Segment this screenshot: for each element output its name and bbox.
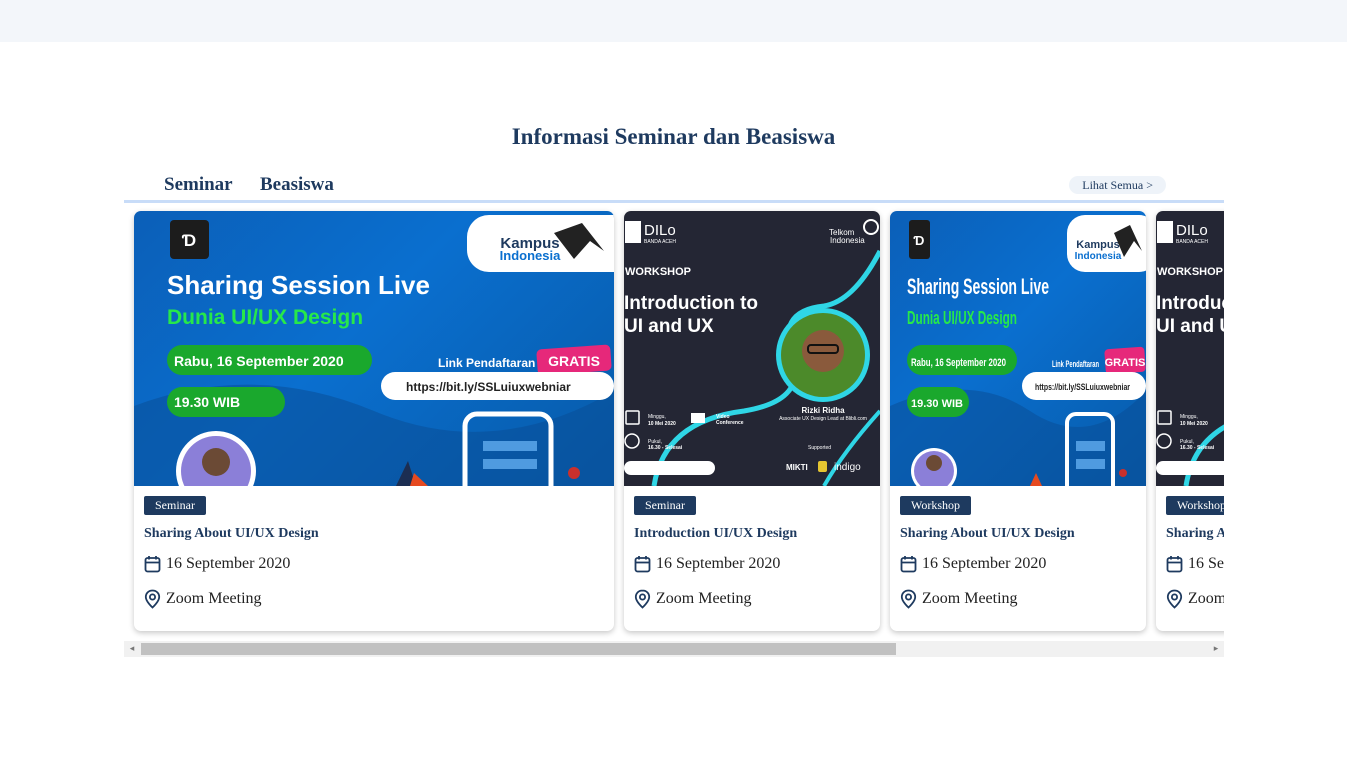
poster-date: 10 Mei 2020: [648, 421, 676, 427]
event-poster: DILo BANDA ACEH Telkom Indonesia WORKSHO…: [624, 211, 880, 486]
calendar-icon: [144, 556, 161, 573]
event-date: 16 September 2020: [1188, 555, 1224, 572]
poster-org: DILo: [1176, 222, 1208, 239]
poster-url: https://bit.ly/SSLuiuxwebniar: [1035, 382, 1130, 392]
event-card[interactable]: DILo BANDA ACEH WORKSHOP Introduction to…: [1156, 211, 1224, 631]
category-tabs: Seminar Beasiswa Lihat Semua >: [124, 174, 1224, 203]
category-badge: Seminar: [144, 496, 206, 515]
event-title[interactable]: Introduction UI/UX Design: [634, 526, 797, 542]
calendar-icon: [1166, 556, 1183, 573]
event-location: Zoom Meeting: [166, 590, 262, 607]
poster-gratis: GRATIS: [1105, 357, 1146, 369]
poster-supported: Supported: [808, 445, 831, 451]
event-card[interactable]: Ɗ Kampus Indonesia Sharing Session Live …: [890, 211, 1146, 631]
poster-brand-bottom: Indonesia: [1075, 251, 1122, 262]
tab-beasiswa[interactable]: Beasiswa: [260, 174, 334, 196]
horizontal-scrollbar[interactable]: ◂ ▸: [124, 641, 1224, 657]
poster-link-label: Link Pendaftaran: [1052, 359, 1099, 369]
category-badge: Workshop: [900, 496, 972, 515]
poster-time: 16.30 - Selesai: [1180, 445, 1215, 451]
event-location-row: Zoom Meeting: [144, 589, 262, 609]
event-title[interactable]: Sharing About UI/UX Design: [144, 526, 319, 542]
event-date-row: 16 September 2020: [1166, 555, 1224, 573]
poster-url: https://bit.ly/SSLuiuxwebniar: [406, 380, 571, 394]
poster-sponsor-2: indigo: [834, 462, 861, 473]
event-title[interactable]: Sharing About UI/UX Design: [900, 526, 1075, 542]
poster-link-label: Link Pendaftaran: [438, 356, 535, 370]
event-location-row: Zoom Meeting: [900, 589, 1018, 609]
poster-subhead: Dunia UI/UX Design: [907, 308, 1017, 328]
poster-kind: WORKSHOP: [625, 266, 691, 278]
poster-gratis: GRATIS: [548, 353, 600, 369]
poster-date: 10 Mei 2020: [1180, 421, 1208, 427]
top-nav-bar: [0, 0, 1347, 42]
category-badge: Workshop: [1166, 496, 1224, 515]
see-all-link[interactable]: Lihat Semua >: [1069, 176, 1166, 194]
poster-kind: WORKSHOP: [1157, 266, 1223, 278]
event-title[interactable]: Sharing About UI/UX Design: [1166, 526, 1224, 542]
poster-brand-top: Kampus: [1076, 239, 1119, 251]
poster-headline-2: UI and UX: [624, 316, 714, 337]
event-location: Zoom Meeting: [922, 590, 1018, 607]
brand-logo-icon: Ɗ: [182, 231, 196, 250]
poster-speaker: Rizki Ridha: [801, 406, 845, 415]
poster-headline: Sharing Session Live: [907, 274, 1049, 299]
event-poster: Ɗ Kampus Indonesia Sharing Session Live …: [134, 211, 614, 486]
poster-headline: Sharing Session Live: [167, 270, 430, 300]
event-poster: DILo BANDA ACEH WORKSHOP Introduction to…: [1156, 211, 1224, 486]
poster-mode-2: Conference: [716, 420, 744, 426]
event-location-row: Zoom Meeting: [634, 589, 752, 609]
poster-brand-bottom: Indonesia: [500, 248, 561, 263]
scroll-left-arrow-icon[interactable]: ◂: [124, 641, 140, 657]
event-location-row: Zoom Meeting: [1166, 589, 1224, 609]
event-location: Zoom Meeting: [1188, 590, 1224, 607]
poster-headline-1: Introduction to: [1156, 293, 1224, 314]
poster-subhead: Dunia UI/UX Design: [167, 306, 363, 329]
scroll-right-arrow-icon[interactable]: ▸: [1208, 641, 1224, 657]
poster-date-pill: Rabu, 16 September 2020: [911, 357, 1006, 369]
event-location: Zoom Meeting: [656, 590, 752, 607]
poster-date-pill: Rabu, 16 September 2020: [174, 353, 344, 369]
poster-time-pill: 19.30 WIB: [174, 394, 240, 410]
location-pin-icon: [144, 589, 161, 609]
event-poster: Ɗ Kampus Indonesia Sharing Session Live …: [890, 211, 1146, 486]
event-date: 16 September 2020: [166, 555, 291, 572]
poster-time: 16.30 - Selesai: [648, 445, 683, 451]
calendar-icon: [900, 556, 917, 573]
section-heading: Informasi Seminar dan Beasiswa: [511, 124, 836, 149]
location-pin-icon: [634, 589, 651, 609]
scrollbar-thumb[interactable]: [141, 643, 896, 655]
event-date: 16 September 2020: [922, 555, 1047, 572]
poster-partner-bottom: Indonesia: [830, 236, 865, 245]
event-card[interactable]: DILo BANDA ACEH Telkom Indonesia WORKSHO…: [624, 211, 880, 631]
event-date-row: 16 September 2020: [144, 555, 290, 573]
poster-speaker-role: Associate UX Design Lead at Blibli.com: [779, 416, 867, 422]
event-card[interactable]: Ɗ Kampus Indonesia Sharing Session Live …: [134, 211, 614, 631]
poster-headline-1: Introduction to: [624, 293, 758, 314]
poster-time-pill: 19.30 WIB: [911, 398, 963, 410]
poster-org-city: BANDA ACEH: [1176, 239, 1208, 245]
category-badge: Seminar: [634, 496, 696, 515]
card-carousel: Ɗ Kampus Indonesia Sharing Session Live …: [124, 203, 1224, 639]
event-date: 16 September 2020: [656, 555, 781, 572]
poster-org-city: BANDA ACEH: [644, 239, 676, 245]
tab-seminar[interactable]: Seminar: [164, 174, 233, 196]
poster-headline-2: UI and UX: [1156, 316, 1224, 337]
calendar-icon: [634, 556, 651, 573]
poster-sponsor-1: MIKTI: [786, 463, 808, 472]
event-date-row: 16 September 2020: [634, 555, 780, 573]
location-pin-icon: [1166, 589, 1183, 609]
event-date-row: 16 September 2020: [900, 555, 1046, 573]
brand-logo-icon: Ɗ: [914, 233, 925, 248]
poster-org: DILo: [644, 222, 676, 239]
poster-day: Minggu,: [648, 414, 666, 420]
location-pin-icon: [900, 589, 917, 609]
poster-day: Minggu,: [1180, 414, 1198, 420]
